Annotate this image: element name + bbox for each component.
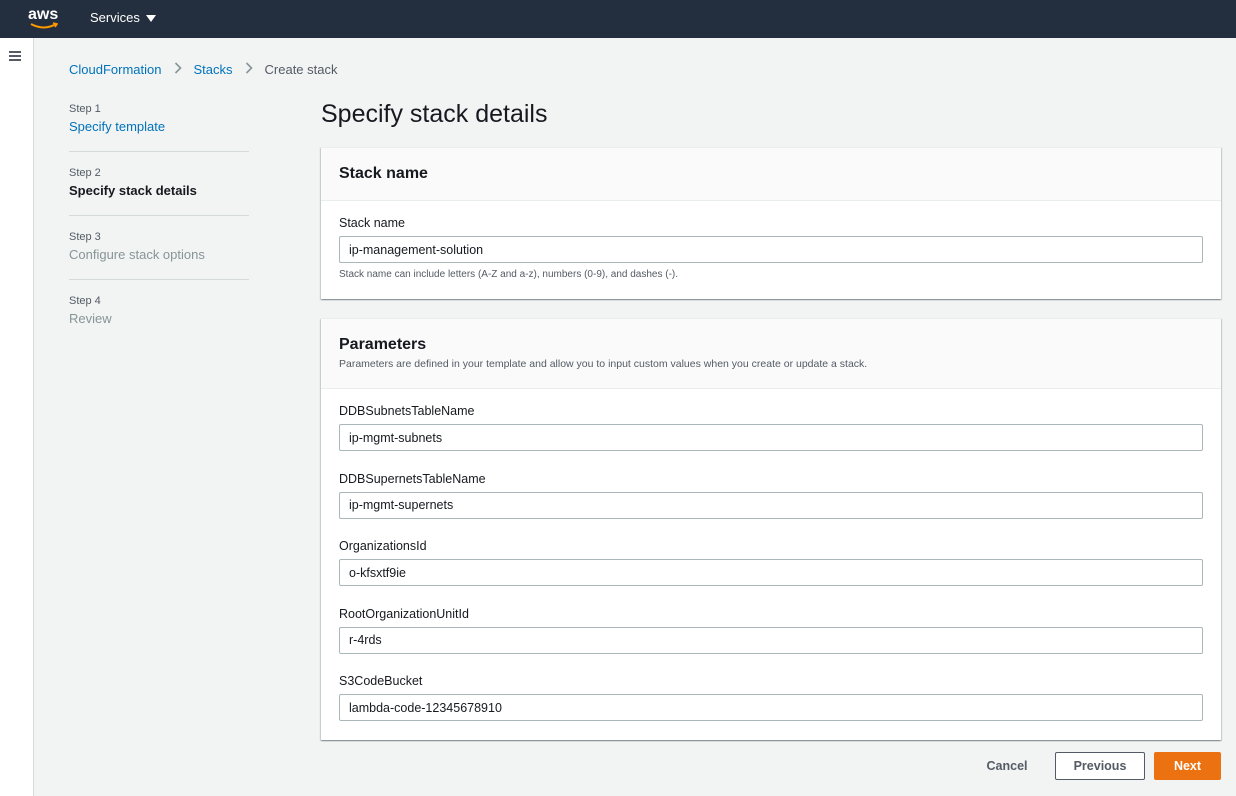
breadcrumb: CloudFormation Stacks Create stack <box>69 61 338 77</box>
root-organization-unit-id-label: RootOrganizationUnitId <box>339 606 469 621</box>
chevron-right-icon <box>245 61 253 77</box>
caret-down-icon <box>145 14 156 22</box>
panel-body: Stack name ip-management-solution Stack … <box>321 201 1221 280</box>
s3-code-bucket-input[interactable]: lambda-code-12345678910 <box>339 694 1203 721</box>
panel-title: Stack name <box>339 165 428 182</box>
parameter-field: OrganizationsId o-kfsxtf9ie <box>339 539 1203 607</box>
stack-name-label: Stack name <box>339 216 406 230</box>
hamburger-icon[interactable] <box>9 51 21 61</box>
organizations-id-label: OrganizationsId <box>339 539 427 553</box>
panel-header: Parameters Parameters are defined in you… <box>321 319 1221 389</box>
breadcrumb-cloudformation[interactable]: CloudFormation <box>69 62 162 77</box>
next-button[interactable]: Next <box>1154 752 1221 780</box>
ddb-subnets-table-name-label: DDBSubnetsTableName <box>339 404 475 418</box>
wizard-step-2: Step 2 Specify stack details <box>69 167 249 216</box>
wizard-step-4: Step 4 Review <box>69 295 249 344</box>
parameter-field: RootOrganizationUnitId r-4rds <box>339 607 1203 675</box>
aws-logo[interactable]: aws <box>28 6 62 32</box>
step-number: Step 3 <box>69 231 101 243</box>
panel-body: DDBSubnetsTableName ip-mgmt-subnets DDBS… <box>321 389 1221 742</box>
aws-smile-icon <box>30 22 59 29</box>
cancel-button[interactable]: Cancel <box>978 752 1036 780</box>
side-navigation-rail <box>0 38 34 796</box>
root-organization-unit-id-input[interactable]: r-4rds <box>339 626 1203 654</box>
wizard-steps: Step 1 Specify template Step 2 Specify s… <box>69 103 249 359</box>
parameter-field: DDBSubnetsTableName ip-mgmt-subnets <box>339 404 1203 472</box>
panel-description: Parameters are defined in your template … <box>339 358 868 370</box>
previous-button[interactable]: Previous <box>1055 752 1145 780</box>
s3-code-bucket-label: S3CodeBucket <box>339 674 423 688</box>
step-number: Step 4 <box>69 295 101 307</box>
services-menu-button[interactable]: Services <box>90 10 156 25</box>
step-link-specify-template[interactable]: Specify template <box>69 119 249 134</box>
wizard-step-1: Step 1 Specify template <box>69 103 249 152</box>
parameter-field: DDBSupernetsTableName ip-mgmt-supernets <box>339 472 1203 540</box>
step-label-specify-stack-details: Specify stack details <box>69 183 197 198</box>
breadcrumb-create-stack: Create stack <box>264 61 338 77</box>
panel-header: Stack name <box>321 148 1221 201</box>
wizard-step-3: Step 3 Configure stack options <box>69 231 249 280</box>
services-label: Services <box>90 10 140 25</box>
step-label-review: Review <box>69 311 112 326</box>
chevron-right-icon <box>174 61 182 77</box>
ddb-subnets-table-name-input[interactable]: ip-mgmt-subnets <box>339 424 1203 451</box>
stack-name-input[interactable]: ip-management-solution <box>339 236 1203 263</box>
ddb-supernets-table-name-label: DDBSupernetsTableName <box>339 471 486 486</box>
breadcrumb-stacks[interactable]: Stacks <box>194 62 233 77</box>
page-title: Specify stack details <box>321 100 548 128</box>
stack-name-panel: Stack name Stack name ip-management-solu… <box>321 147 1221 299</box>
ddb-supernets-table-name-input[interactable]: ip-mgmt-supernets <box>339 491 1203 519</box>
step-number: Step 2 <box>69 167 101 179</box>
panel-title: Parameters <box>339 336 427 353</box>
top-navigation: aws Services <box>0 0 1236 38</box>
stack-name-hint: Stack name can include letters (A-Z and … <box>339 269 679 280</box>
step-label-configure-stack-options: Configure stack options <box>69 247 205 262</box>
parameter-field: S3CodeBucket lambda-code-12345678910 <box>339 674 1203 742</box>
organizations-id-input[interactable]: o-kfsxtf9ie <box>339 559 1203 586</box>
parameters-panel: Parameters Parameters are defined in you… <box>321 318 1221 740</box>
step-number: Step 1 <box>69 103 101 115</box>
